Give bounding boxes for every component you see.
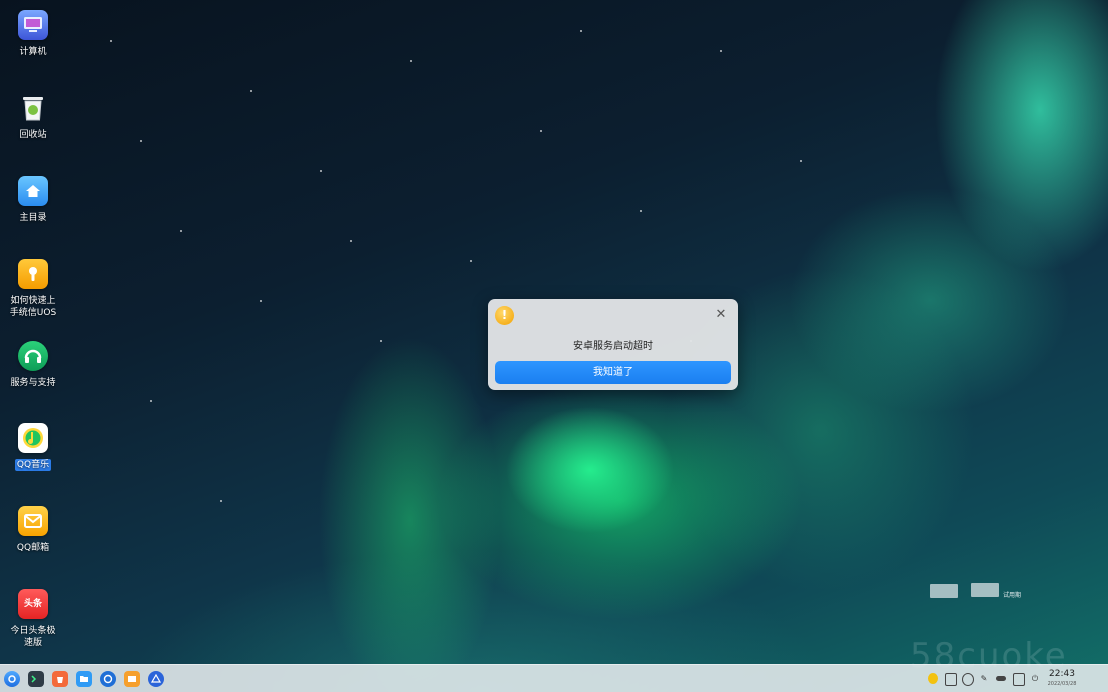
desktop-icon-label: 回收站 bbox=[19, 130, 47, 140]
terminal-icon[interactable] bbox=[28, 671, 44, 687]
browser-icon[interactable] bbox=[100, 671, 116, 687]
clock-date: 2022/03/28 bbox=[1047, 681, 1077, 687]
acknowledge-button[interactable]: 我知道了 bbox=[495, 361, 731, 384]
help-book-icon bbox=[18, 259, 48, 289]
clock[interactable]: 22:43 2022/03/28 bbox=[1042, 669, 1082, 689]
app-store-icon[interactable] bbox=[52, 671, 68, 687]
network-icon[interactable] bbox=[996, 676, 1006, 681]
support-icon bbox=[18, 341, 48, 371]
pen-icon[interactable]: ✎ bbox=[979, 673, 989, 684]
qq-mail-icon bbox=[18, 506, 48, 536]
notification-icon[interactable] bbox=[962, 673, 974, 686]
desktop-icon-qq-music[interactable]: QQ音乐 bbox=[4, 423, 62, 471]
clock-time: 22:43 bbox=[1049, 669, 1075, 679]
taskbar: ✎ ⏻ 22:43 2022/03/28 bbox=[0, 664, 1108, 692]
trial-label: 试用期 bbox=[1003, 592, 1022, 599]
desktop-icon-computer[interactable]: 计算机 bbox=[4, 10, 62, 58]
desktop-icon-label: 今日头条极 速版 bbox=[10, 626, 56, 648]
desktop-icon-label: QQ邮箱 bbox=[16, 543, 50, 553]
desktop-icon-home[interactable]: 主目录 bbox=[4, 176, 62, 224]
file-manager-icon[interactable] bbox=[76, 671, 92, 687]
desktop-icon-support[interactable]: 服务与支持 bbox=[4, 341, 62, 389]
desktop-icon-uos-guide[interactable]: 如何快速上 手统信UOS bbox=[4, 259, 62, 319]
close-icon[interactable]: ✕ bbox=[714, 308, 728, 322]
android-service-timeout-dialog: ! ✕ 安卓服务启动超时 我知道了 bbox=[488, 299, 738, 390]
trash-icon bbox=[18, 93, 48, 123]
warning-icon: ! bbox=[495, 306, 514, 325]
desktop-icon-label: QQ音乐 bbox=[14, 459, 52, 471]
dialog-message: 安卓服务启动超时 bbox=[573, 341, 653, 352]
desktop-icon-qq-mail[interactable]: QQ邮箱 bbox=[4, 506, 62, 554]
desktop[interactable]: 计算机 回收站 主目录 如何快速上 手统信UOS 服务与支持 QQ音乐 QQ邮箱… bbox=[0, 0, 1108, 692]
display-icon[interactable] bbox=[1013, 673, 1025, 686]
ime-icon[interactable] bbox=[928, 673, 938, 684]
settings-icon[interactable] bbox=[148, 671, 164, 687]
redacted-block bbox=[971, 583, 999, 597]
mail-icon[interactable] bbox=[124, 671, 140, 687]
clipboard-icon[interactable] bbox=[945, 673, 957, 686]
qq-music-icon bbox=[18, 423, 48, 453]
desktop-icon-label: 计算机 bbox=[19, 47, 47, 57]
redacted-block bbox=[930, 584, 958, 598]
desktop-icon-toutiao[interactable]: 头条 今日头条极 速版 bbox=[4, 589, 62, 649]
computer-icon bbox=[18, 10, 48, 40]
desktop-icon-label: 如何快速上 手统信UOS bbox=[9, 296, 57, 318]
launcher-icon[interactable] bbox=[4, 671, 20, 687]
toutiao-icon: 头条 bbox=[18, 589, 48, 619]
power-icon[interactable]: ⏻ bbox=[1030, 673, 1040, 684]
home-folder-icon bbox=[18, 176, 48, 206]
desktop-icon-label: 服务与支持 bbox=[10, 378, 56, 388]
desktop-icon-trash[interactable]: 回收站 bbox=[4, 93, 62, 141]
desktop-icon-label: 主目录 bbox=[19, 213, 47, 223]
